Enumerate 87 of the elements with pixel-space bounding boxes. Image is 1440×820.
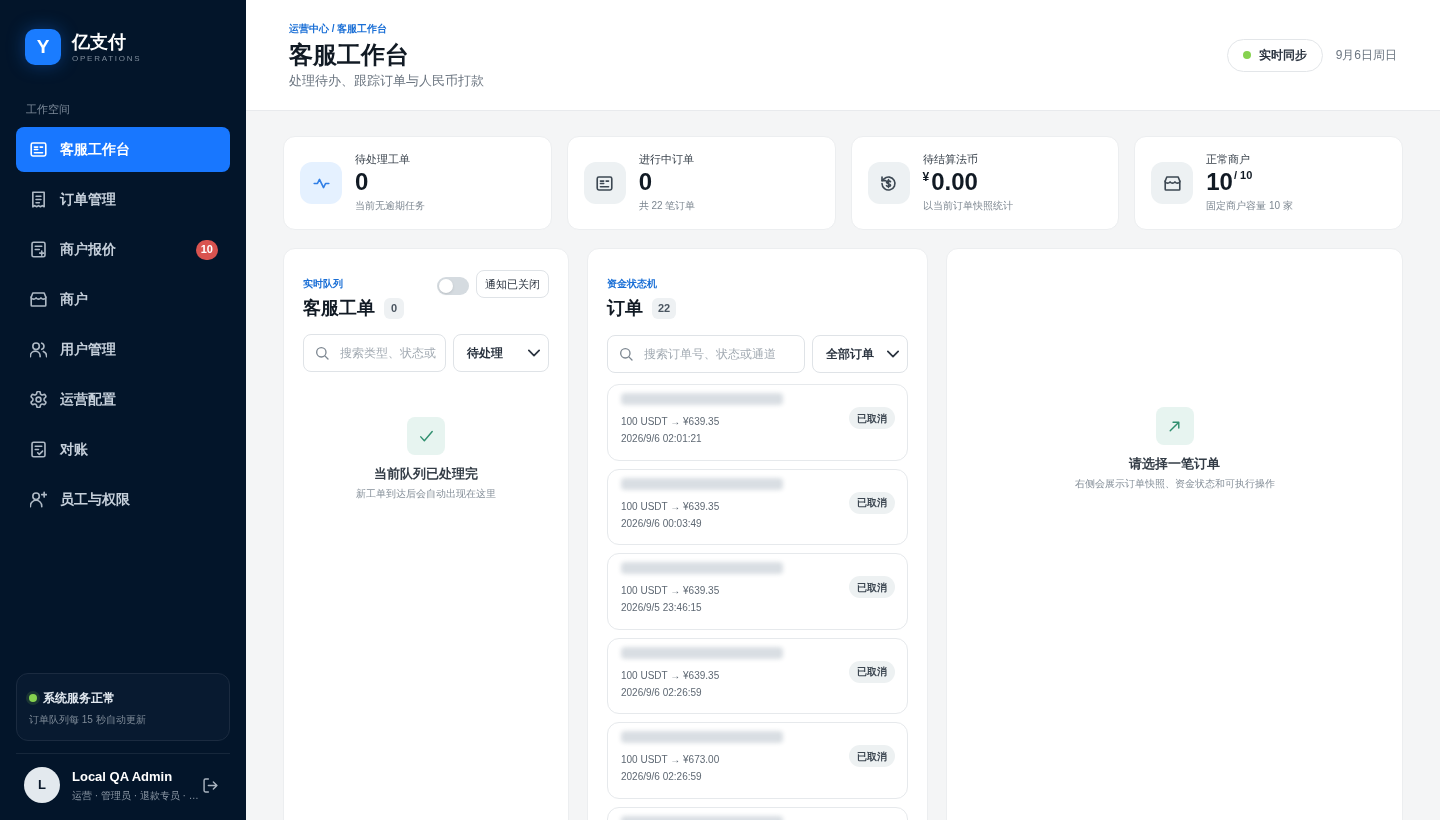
nav-item[interactable]: 商户报价 10 [16, 227, 230, 272]
breadcrumb[interactable]: 运营中心 / 客服工作台 [289, 21, 388, 35]
count-badge: 22 [652, 297, 677, 319]
search-field[interactable]: 搜索订单号、状态或通道 [607, 335, 805, 373]
section-label: 实时队列 [303, 277, 343, 290]
nav-item[interactable]: 订单管理 [16, 177, 230, 222]
user-roles: 运营 · 管理员 · 退款专员 · … [72, 788, 199, 802]
chevron-down-icon [887, 348, 899, 360]
avatar: L [24, 767, 60, 803]
store-icon [30, 291, 47, 308]
order-time: 2026/9/6 00:03:49 [621, 516, 702, 531]
date-text: 9月6日周日 [1335, 47, 1397, 64]
stat-value: 0.00 [931, 168, 978, 196]
document-icon [30, 241, 47, 258]
stat-value: 0 [638, 168, 653, 196]
order-amount: 100 USDT → ¥639.35 [621, 668, 720, 683]
users-icon [30, 341, 47, 358]
search-icon [315, 346, 329, 360]
stat-note: 共 22 笔订单 [638, 199, 696, 212]
status-title: 系统服务正常 [43, 690, 115, 706]
stat-value: 10 [1206, 168, 1233, 196]
checklist-icon [30, 441, 47, 458]
nav-item[interactable]: 商户 [16, 277, 230, 322]
order-card[interactable]: 100 USDT → ¥639.35 2026/9/6 02:01:21 已取消 [607, 384, 908, 461]
nav-item[interactable]: 员工与权限 [16, 477, 230, 522]
status-badge: 已取消 [849, 407, 895, 430]
check-icon [418, 428, 434, 444]
stat-note: 固定商户容量 10 家 [1206, 199, 1293, 212]
stat-total: / 10 [1233, 169, 1253, 182]
panel-title: 订单 [607, 297, 643, 320]
order-card[interactable]: 100 USDT → ¥673.00 2026/9/6 02:26:59 已取消 [607, 722, 908, 799]
stat-label: 待结算法币 [922, 152, 978, 166]
count-badge: 0 [384, 297, 404, 319]
order-time: 2026/9/6 02:26:59 [621, 770, 702, 784]
section-label: 工作空间 [26, 102, 70, 116]
sync-label: 实时同步 [1258, 47, 1307, 64]
order-time: 2026/9/5 23:46:15 [621, 601, 702, 615]
stat-note: 当前无逾期任务 [355, 199, 425, 212]
nav-item[interactable]: 对账 [16, 427, 230, 472]
page-title: 客服工作台 [289, 40, 409, 69]
stat-label: 待处理工单 [355, 152, 410, 166]
logout-icon[interactable] [203, 777, 218, 793]
brand-tagline: OPERATIONS [72, 53, 142, 64]
order-card[interactable]: 100 USDT → ¥639.35 2026/9/5 23:46:15 已取消 [607, 553, 908, 630]
nav-item[interactable]: 用户管理 [16, 327, 230, 372]
order-amount: 100 USDT → ¥639.35 [621, 584, 720, 598]
order-time: 2026/9/6 02:26:59 [621, 685, 702, 700]
status-badge: 已取消 [849, 576, 895, 599]
stat-value: 0 [355, 168, 369, 196]
status-note: 订单队列每 15 秒自动更新 [29, 713, 147, 726]
order-amount: 100 USDT → ¥673.00 [621, 753, 720, 767]
stat-label: 进行中订单 [638, 152, 694, 166]
status-badge: 已取消 [849, 660, 895, 683]
count-badge: 10 [195, 239, 218, 260]
order-amount: 100 USDT → ¥639.35 [621, 415, 720, 429]
empty-note: 右侧会展示订单快照、资金状态和可执行操作 [1074, 477, 1275, 490]
notification-toggle[interactable] [437, 277, 469, 295]
user-name: Local QA Admin [72, 768, 174, 785]
currency-sign: ¥ [922, 170, 930, 184]
notification-button[interactable]: 通知已关闭 [476, 270, 549, 298]
panel-title: 客服工单 [303, 297, 375, 320]
order-time: 2026/9/6 02:01:21 [621, 432, 702, 446]
id-card-icon [30, 141, 47, 158]
empty-title: 当前队列已处理完 [374, 465, 478, 482]
empty-note: 新工单到达后会自动出现在这里 [356, 487, 496, 500]
section-label: 资金状态机 [607, 277, 657, 290]
order-amount: 100 USDT → ¥639.35 [621, 499, 720, 514]
filter-dropdown[interactable]: 全部订单 [812, 335, 908, 373]
status-badge: 已取消 [849, 491, 895, 514]
empty-title: 请选择一笔订单 [1129, 455, 1220, 472]
order-card[interactable]: 100 USDT → ¥639.35 2026/9/6 02:26:59 已取消 [607, 637, 908, 714]
search-field[interactable]: 搜索类型、状态或 [303, 334, 446, 372]
search-icon [619, 347, 633, 361]
logo: Y [25, 29, 61, 65]
filter-dropdown[interactable]: 待处理 [453, 334, 549, 372]
stat-label: 正常商户 [1206, 152, 1251, 166]
stat-note: 以当前订单快照统计 [922, 199, 1013, 212]
nav-item[interactable]: 运营配置 [16, 377, 230, 422]
order-card[interactable]: 100 USDT → ¥639.35 2026/9/6 00:03:49 已取消 [607, 468, 908, 545]
receipt-icon [30, 191, 47, 208]
status-badge: 已取消 [849, 745, 895, 768]
settings-icon [30, 391, 47, 408]
add-user-icon [30, 491, 47, 508]
chevron-down-icon [528, 347, 540, 359]
page-subtitle: 处理待办、跟踪订单与人民币打款 [289, 71, 484, 89]
nav-item[interactable]: 客服工作台 [16, 127, 230, 172]
brand-name: 亿支付 [72, 30, 127, 53]
